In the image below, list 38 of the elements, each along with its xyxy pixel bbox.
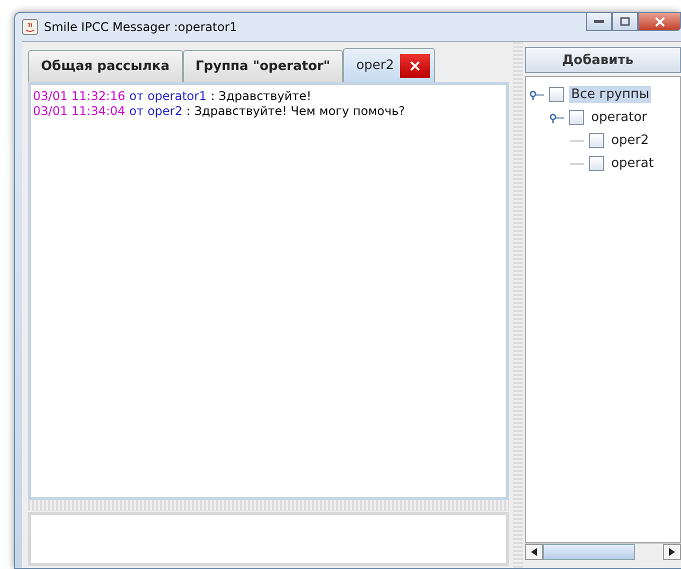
message-input[interactable] bbox=[28, 512, 510, 566]
right-arrow-icon bbox=[669, 548, 675, 556]
maximize-icon bbox=[620, 17, 630, 26]
close-icon bbox=[410, 60, 420, 70]
tab[interactable]: oper2 bbox=[343, 48, 436, 82]
expanded-knob-icon[interactable] bbox=[550, 112, 564, 122]
scroll-left-button[interactable] bbox=[525, 544, 544, 560]
checkbox[interactable] bbox=[549, 87, 564, 102]
window-title: Smile IPCC Messager :operator1 bbox=[44, 20, 238, 34]
tab[interactable]: Общая рассылка bbox=[28, 50, 183, 82]
close-icon bbox=[654, 16, 664, 26]
tree-item[interactable]: oper2 bbox=[609, 132, 651, 149]
minimize-button[interactable] bbox=[586, 12, 612, 31]
app-icon bbox=[22, 19, 38, 35]
message-sender: от operator1 bbox=[129, 89, 207, 104]
tree-item[interactable]: Все группы bbox=[569, 86, 652, 103]
scroll-right-button[interactable] bbox=[663, 544, 681, 560]
scroll-thumb[interactable] bbox=[543, 544, 636, 560]
maximize-button[interactable] bbox=[612, 12, 638, 31]
splitter-handle[interactable] bbox=[28, 500, 510, 511]
message-text: : Здравствуйте! Чем могу помочь? bbox=[186, 104, 406, 119]
checkbox[interactable] bbox=[589, 156, 604, 171]
message-time: 03/01 11:32:16 bbox=[33, 89, 126, 104]
close-button[interactable] bbox=[638, 12, 681, 31]
checkbox[interactable] bbox=[569, 110, 584, 125]
left-arrow-icon bbox=[531, 548, 538, 556]
checkbox[interactable] bbox=[589, 133, 604, 148]
splitter-handle[interactable] bbox=[513, 42, 524, 568]
minimize-icon bbox=[594, 20, 604, 24]
message-time: 03/01 11:34:04 bbox=[33, 104, 126, 119]
message-text: : Здравствуйте! bbox=[210, 89, 312, 104]
add-button[interactable]: Добавить bbox=[525, 47, 681, 73]
close-tab-button[interactable] bbox=[400, 54, 430, 78]
message-sender: от oper2 bbox=[129, 104, 182, 119]
tab[interactable]: Группа "operator" bbox=[182, 50, 344, 82]
tree-item[interactable]: operator bbox=[589, 109, 649, 126]
tree-item[interactable]: operat bbox=[609, 155, 656, 172]
expanded-knob-icon[interactable] bbox=[530, 90, 544, 100]
